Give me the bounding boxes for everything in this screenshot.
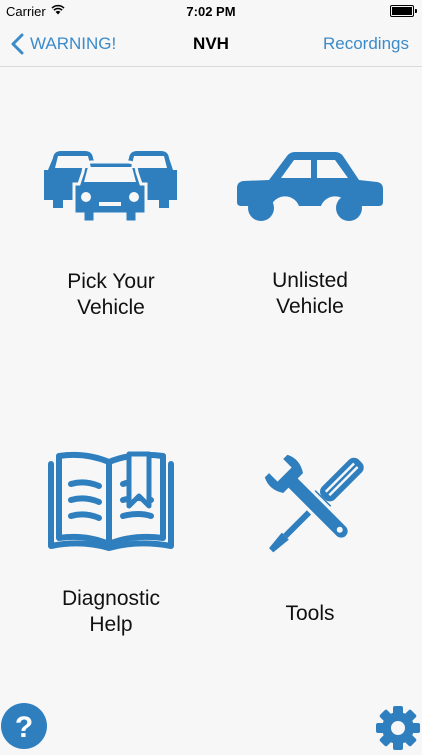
back-button[interactable]: WARNING! <box>10 32 116 56</box>
recordings-button[interactable]: Recordings <box>323 34 409 54</box>
status-time: 7:02 PM <box>186 4 236 19</box>
pick-your-vehicle-label: Pick Your Vehicle <box>67 270 155 319</box>
tools-tile[interactable]: Tools <box>210 448 410 627</box>
back-button-label: WARNING! <box>30 34 117 53</box>
diagnostic-help-label: Diagnostic Help <box>61 587 161 636</box>
book-icon <box>48 451 174 551</box>
chevron-left-icon <box>11 33 24 55</box>
question-mark-icon: ? <box>1 703 47 749</box>
tools-icon <box>264 454 364 553</box>
help-button[interactable]: ? <box>0 702 48 750</box>
tools-label: Tools <box>285 602 335 625</box>
pick-your-vehicle-tile[interactable]: Pick Your Vehicle <box>11 140 211 321</box>
unlisted-vehicle-label: Unlisted Vehicle <box>272 269 348 318</box>
settings-button[interactable] <box>374 702 422 750</box>
cars-icon <box>44 151 177 224</box>
battery-icon <box>390 5 417 17</box>
help-glyph: ? <box>15 711 33 744</box>
diagnostic-help-tile[interactable]: Diagnostic Help <box>11 448 211 638</box>
car-icon <box>237 152 383 221</box>
navigation-bar: WARNING! NVH Recordings <box>0 22 422 67</box>
status-bar: Carrier 7:02 PM <box>0 0 422 22</box>
gear-icon <box>376 706 420 750</box>
unlisted-vehicle-tile[interactable]: Unlisted Vehicle <box>210 140 410 320</box>
